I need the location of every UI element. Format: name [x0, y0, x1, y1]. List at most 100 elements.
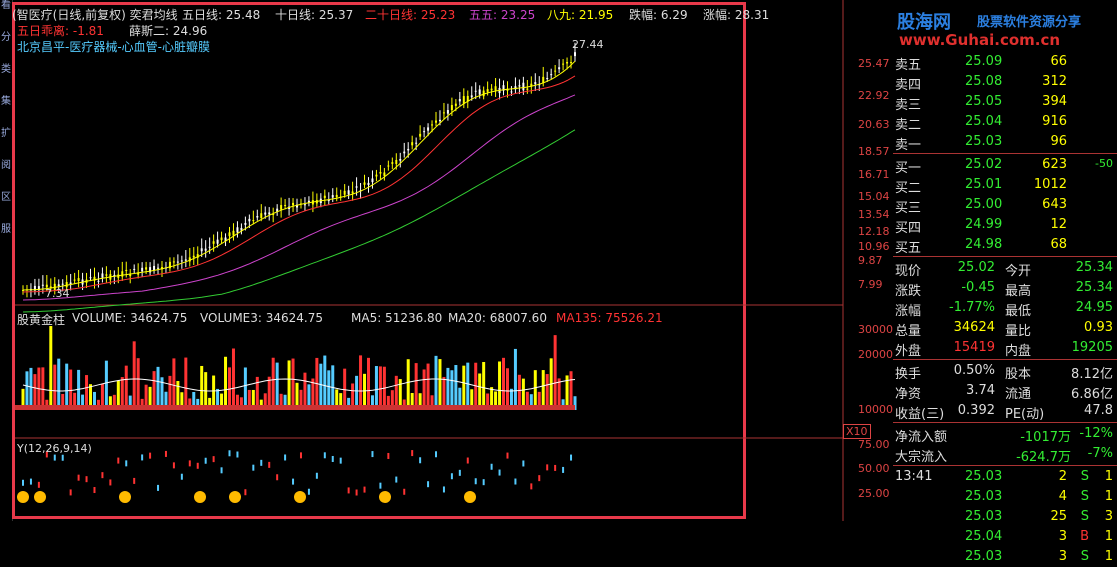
- candle-body: [153, 265, 156, 271]
- quote-label: 内盘: [1005, 344, 1032, 359]
- quote-value: 19205: [1071, 340, 1113, 355]
- hdr1-0: (智医疗(日线,前复权) 奕君均线: [12, 8, 178, 22]
- candle-body: [450, 105, 453, 111]
- volume-bar: [462, 365, 466, 410]
- sidebar-tab[interactable]: 集: [0, 96, 12, 128]
- logo: 股海网 股票软件资源分享 www.Guhai.com.cn: [895, 6, 1117, 49]
- candle-body: [101, 273, 104, 278]
- hdr2-0: 五日乖离: -1.81: [17, 24, 104, 38]
- candle-body: [558, 67, 561, 70]
- signal-face-icon: [34, 491, 46, 503]
- candle-body: [522, 82, 525, 91]
- candle-body: [526, 88, 529, 90]
- candle-body: [180, 260, 183, 262]
- ask-volume: 66: [1050, 54, 1067, 69]
- indicator-mark: [498, 469, 501, 476]
- separator: [893, 422, 1117, 423]
- hdr1-5: 八九: 21.95: [547, 8, 614, 22]
- volume-bar: [200, 365, 204, 410]
- logo-url: www.Guhai.com.cn: [899, 31, 1061, 49]
- ask-row: 卖三 25.05 394: [893, 92, 1117, 113]
- sidebar-tab[interactable]: 区: [0, 192, 12, 224]
- volume-bar: [33, 374, 37, 410]
- flow-label: 净流入额: [895, 430, 948, 445]
- indicator-mark: [506, 452, 509, 459]
- indicator-mark: [220, 467, 223, 474]
- candle-body: [260, 213, 263, 219]
- fund-label: 收益(三): [895, 407, 945, 422]
- indicator-mark: [435, 451, 438, 458]
- fund-value: 47.8: [1084, 403, 1113, 418]
- ask-volume: 916: [1042, 114, 1067, 129]
- indicator-mark: [117, 457, 120, 464]
- indicator-mark: [570, 454, 573, 461]
- signal-face-icon: [229, 491, 241, 503]
- volume-bar: [271, 357, 275, 410]
- tick-side: S: [1080, 509, 1089, 524]
- volume-bar: [323, 355, 327, 410]
- signal-face-icon: [294, 491, 306, 503]
- indicator-mark: [157, 484, 160, 491]
- quote-label: 外盘: [895, 344, 922, 359]
- quote-row: 涨跌 -0.45 最高 25.34: [893, 278, 1117, 299]
- sidebar-tab[interactable]: 扩: [0, 128, 12, 160]
- sidebar-tab[interactable]: 分: [0, 32, 12, 64]
- candle-body: [252, 220, 255, 222]
- candle-body: [347, 190, 350, 195]
- candle-body: [375, 174, 378, 177]
- candle-body: [176, 261, 179, 263]
- tick-count: 3: [1104, 509, 1113, 524]
- tick-volume: 25: [1050, 509, 1067, 524]
- sidebar-tab[interactable]: 阅: [0, 160, 12, 192]
- indicator-mark: [554, 464, 557, 471]
- candle-body: [391, 162, 394, 164]
- indicator-mark: [85, 476, 88, 483]
- volume-bar: [327, 370, 331, 410]
- ask-volume: 312: [1042, 74, 1067, 89]
- volume-bar: [212, 375, 216, 410]
- tick-volume: 4: [1058, 489, 1067, 504]
- indicator-axis: 75.00 50.00 25.00: [843, 0, 893, 521]
- ma5-line: [22, 60, 576, 291]
- sidebar-tab[interactable]: 类: [0, 64, 12, 96]
- signal-face-icon: [119, 491, 131, 503]
- bid-label: 买三: [895, 201, 922, 216]
- candle-body: [244, 222, 247, 225]
- tick-price: 25.03: [965, 509, 1003, 524]
- indicator-mark: [562, 466, 565, 473]
- indicator-mark: [339, 457, 342, 464]
- quote-label: 今开: [1005, 264, 1032, 279]
- indicator-mark: [490, 463, 493, 470]
- candle-body: [41, 284, 44, 286]
- candle-body: [363, 182, 366, 185]
- volume-bar: [243, 367, 247, 410]
- volume-bar: [287, 360, 291, 410]
- low-price-label: 7.34: [45, 287, 70, 300]
- bid-price: 25.02: [965, 157, 1003, 172]
- bid-row: 买四 24.99 12: [893, 215, 1117, 236]
- chart-canvas[interactable]: [15, 0, 893, 521]
- quote-row: 外盘 15419 内盘 19205: [893, 338, 1117, 359]
- candle-body: [510, 91, 513, 93]
- candle-body: [121, 271, 124, 277]
- hdr1-3: 二十日线: 25.23: [365, 8, 456, 22]
- indicator-mark: [323, 452, 326, 459]
- volume-bar: [359, 355, 363, 410]
- tick-row: 25.03 4 S 1: [893, 487, 1117, 507]
- bid-volume: 643: [1042, 197, 1067, 212]
- volume-bar: [172, 358, 176, 410]
- volume-bar: [498, 361, 502, 410]
- candle-body: [554, 70, 557, 72]
- volume-bar: [533, 370, 537, 410]
- quote-value: 24.95: [1075, 300, 1113, 315]
- candle-body: [419, 133, 422, 137]
- fund-value: 0.50%: [953, 363, 995, 378]
- candle-body: [236, 227, 239, 233]
- volume-bar: [355, 375, 359, 410]
- indicator-mark: [276, 474, 279, 481]
- indicator-mark: [236, 451, 239, 458]
- sidebar-tab[interactable]: 看: [0, 0, 12, 32]
- quote-row: 涨幅 -1.77% 最低 24.95: [893, 298, 1117, 319]
- separator: [893, 256, 1117, 257]
- sidebar-tab[interactable]: 服: [0, 224, 12, 256]
